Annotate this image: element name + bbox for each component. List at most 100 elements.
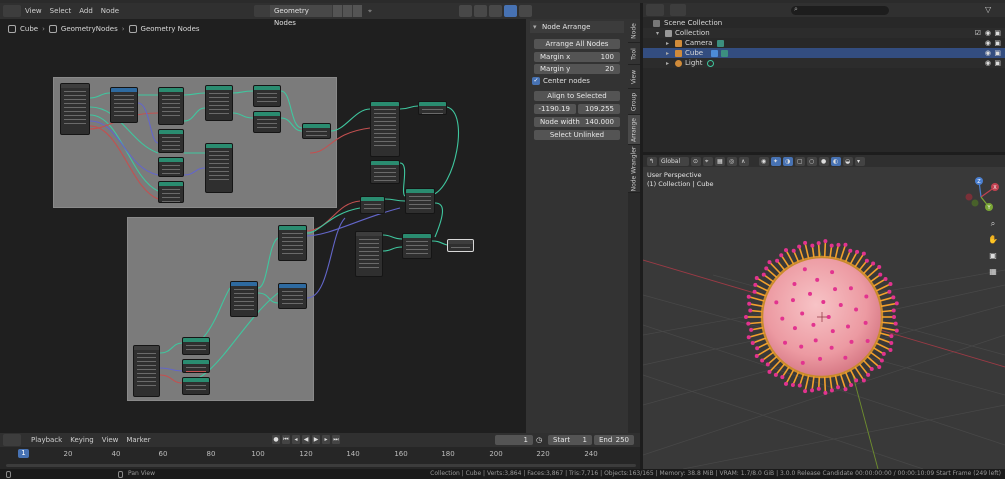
zoom-icon[interactable]: ⌕ — [986, 217, 1000, 231]
falloff-icon[interactable]: ∧ — [739, 156, 749, 166]
proportional-edit-icon[interactable]: ◎ — [727, 156, 737, 166]
group-input-node[interactable] — [133, 345, 160, 397]
geometry-node[interactable] — [253, 85, 281, 107]
tab-node[interactable]: Node — [628, 19, 640, 43]
wireframe-shading-icon[interactable]: ○ — [807, 156, 817, 166]
chevron-right-icon[interactable]: ▸ — [666, 60, 669, 67]
jump-start-icon[interactable]: ⏮ — [282, 435, 290, 444]
display-mode-button[interactable] — [670, 4, 686, 16]
geometry-node[interactable] — [253, 111, 281, 133]
next-keyframe-icon[interactable]: ▸ — [322, 435, 330, 444]
geometry-node[interactable] — [370, 101, 400, 157]
filter-icon[interactable]: ▽ — [985, 5, 999, 15]
panel-title[interactable]: Node Arrange — [530, 21, 624, 33]
play-icon[interactable]: ▶ — [312, 435, 320, 444]
snap-grid-icon[interactable]: ▦ — [715, 156, 725, 166]
geometry-node[interactable] — [182, 359, 210, 373]
position-y-field[interactable]: 109.255 — [578, 104, 620, 114]
timeline-ruler[interactable]: 1 20 40 60 80 100 120 140 160 180 200 22… — [0, 447, 640, 469]
gizmo-neg-x-axis[interactable] — [965, 193, 973, 201]
clock-icon[interactable]: ◷ — [536, 435, 544, 445]
outliner-item-scene-collection[interactable]: Scene Collection — [643, 18, 1005, 28]
geometry-node[interactable] — [405, 188, 435, 214]
tab-group[interactable]: Group — [628, 89, 640, 115]
timeline-scrollbar[interactable] — [6, 464, 636, 467]
tab-view[interactable]: View — [628, 65, 640, 89]
outliner-item-light[interactable]: ▸ Light ◉ ▣ — [643, 58, 1005, 68]
geometry-node[interactable] — [402, 233, 432, 259]
solid-shading-icon[interactable]: ● — [819, 156, 829, 166]
transform-orientation-icon[interactable]: ↰ — [647, 156, 657, 166]
chevron-right-icon[interactable]: ▸ — [666, 40, 669, 47]
visibility-icon[interactable]: ◉ — [759, 156, 769, 166]
geometry-node[interactable] — [205, 143, 233, 193]
play-reverse-icon[interactable]: ◀ — [302, 435, 310, 444]
margin-y-field[interactable]: Margin y 20 — [534, 64, 620, 74]
viewport-scene[interactable] — [643, 155, 1005, 469]
end-frame-field[interactable]: End 250 — [594, 435, 634, 445]
geometry-node[interactable] — [158, 181, 184, 203]
tab-arrange[interactable]: Arrange — [628, 115, 640, 145]
record-icon[interactable]: ● — [272, 435, 280, 444]
outliner-item-collection[interactable]: ▾ Collection ☑ ◉ ▣ — [643, 28, 1005, 38]
menu-view[interactable]: View — [98, 436, 123, 444]
overlays-icon[interactable]: ◑ — [783, 156, 793, 166]
orientation-dropdown[interactable]: Global — [659, 156, 689, 166]
frame-cursor[interactable]: 1 — [18, 449, 29, 458]
geometry-node[interactable] — [182, 337, 210, 355]
chevron-down-icon[interactable]: ▾ — [656, 30, 659, 37]
eye-icon[interactable]: ◉ — [985, 29, 991, 37]
chevron-right-icon[interactable]: ▸ — [666, 50, 669, 57]
pan-hand-icon[interactable]: ✋ — [986, 233, 1000, 247]
start-frame-field[interactable]: Start 1 — [548, 435, 592, 445]
center-nodes-checkbox[interactable]: ✓ Center nodes — [532, 77, 590, 85]
editor-type-button[interactable] — [646, 4, 664, 16]
material-shading-icon[interactable]: ◐ — [831, 156, 841, 166]
xray-icon[interactable]: ▢ — [795, 156, 805, 166]
geometry-node[interactable] — [418, 101, 447, 115]
geometry-node[interactable] — [302, 123, 331, 139]
camera-view-icon[interactable]: ▣ — [986, 249, 1000, 263]
margin-x-field[interactable]: Margin x 100 — [534, 52, 620, 62]
geometry-node[interactable] — [278, 283, 307, 309]
timeline[interactable]: Playback Keying View Marker ● ⏮ ◂ ◀ ▶ ▸ … — [0, 433, 640, 469]
group-input-node[interactable] — [60, 83, 90, 135]
jump-end-icon[interactable]: ⏭ — [332, 435, 340, 444]
rendered-shading-icon[interactable]: ◒ — [843, 156, 853, 166]
menu-marker[interactable]: Marker — [122, 436, 154, 444]
geometry-node[interactable] — [110, 87, 138, 123]
geometry-node[interactable] — [278, 225, 307, 261]
outliner[interactable]: ⌕ ▽ Scene Collection ▾ Collection ☑ ◉ ▣ … — [643, 3, 1005, 152]
menu-playback[interactable]: Playback — [27, 436, 66, 444]
shading-options-icon[interactable]: ▾ — [855, 156, 865, 166]
editor-type-button[interactable] — [3, 434, 21, 446]
gizmo-icon[interactable]: ✦ — [771, 156, 781, 166]
select-unlinked-button[interactable]: Select Unlinked — [534, 130, 620, 140]
geometry-node[interactable] — [158, 157, 184, 177]
geometry-node[interactable] — [205, 85, 233, 121]
3d-viewport[interactable]: ↰ Global ⊙ ⌖ ▦ ◎ ∧ ◉ ✦ ◑ ▢ ○ ● ◐ ◒ ▾ Use… — [643, 155, 1005, 469]
camera-render-icon[interactable]: ▣ — [994, 29, 1001, 37]
geometry-node[interactable] — [158, 129, 184, 153]
camera-render-icon[interactable]: ▣ — [994, 39, 1001, 47]
outliner-item-cube[interactable]: ▸ Cube ◉ ▣ — [643, 48, 1005, 58]
camera-render-icon[interactable]: ▣ — [994, 59, 1001, 67]
snap-icon[interactable]: ⌖ — [703, 156, 713, 166]
prev-keyframe-icon[interactable]: ◂ — [292, 435, 300, 444]
eye-icon[interactable]: ◉ — [985, 49, 991, 57]
perspective-grid-icon[interactable]: ▦ — [986, 265, 1000, 279]
geometry-node[interactable] — [230, 281, 258, 317]
geometry-node[interactable] — [360, 196, 385, 214]
eye-icon[interactable]: ◉ — [985, 59, 991, 67]
node-width-field[interactable]: Node width 140.000 — [534, 117, 620, 127]
position-x-field[interactable]: -1190.19 — [534, 104, 576, 114]
camera-render-icon[interactable]: ▣ — [994, 49, 1001, 57]
geometry-node[interactable] — [182, 377, 210, 395]
eye-icon[interactable]: ◉ — [985, 39, 991, 47]
tab-node-wrangler[interactable]: Node Wrangler — [628, 145, 640, 193]
checkmark-icon[interactable]: ✓ — [532, 77, 540, 85]
outliner-item-camera[interactable]: ▸ Camera ◉ ▣ — [643, 38, 1005, 48]
align-to-selected-button[interactable]: Align to Selected — [534, 91, 620, 101]
arrange-all-nodes-button[interactable]: Arrange All Nodes — [534, 39, 620, 49]
geometry-node[interactable] — [370, 160, 400, 184]
